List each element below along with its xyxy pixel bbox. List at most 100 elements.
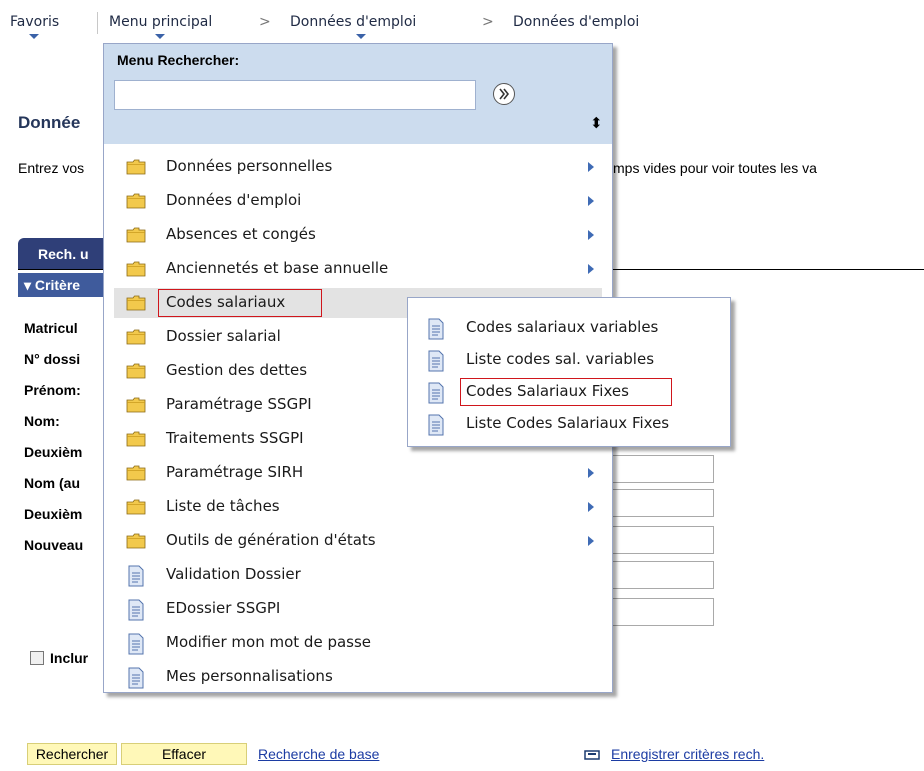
include-checkbox-label: Inclur [50, 650, 89, 666]
menu-item[interactable]: Absences et congés [114, 220, 602, 250]
main-menu-dropdown-icon[interactable] [155, 34, 165, 39]
menu-item[interactable]: Modifier mon mot de passe [114, 628, 602, 658]
menu-item[interactable]: Validation Dossier [114, 560, 602, 590]
field-label: Nouveau [24, 537, 84, 553]
submenu-item-label: Liste Codes Salariaux Fixes [466, 414, 670, 432]
collapse-triangle-icon: ▾ [24, 277, 35, 293]
folder-icon [126, 361, 146, 381]
breadcrumb-dropdown-icon[interactable] [356, 34, 366, 39]
submenu-item-label: Liste codes sal. variables [466, 350, 655, 368]
submenu-arrow-icon [588, 468, 594, 478]
page-icon [126, 667, 146, 689]
criteria-section-label: Critère [34, 277, 81, 293]
page-icon [126, 565, 146, 587]
page-icon [426, 382, 446, 404]
field-input[interactable] [610, 598, 714, 626]
submenu-item[interactable]: Codes Salariaux Fixes [408, 376, 730, 408]
submenu-item[interactable]: Liste codes sal. variables [408, 344, 730, 376]
folder-icon [126, 429, 146, 449]
field-label: N° dossi [24, 351, 81, 367]
main-menu[interactable]: Menu principal [109, 14, 212, 30]
menu-item-label: Outils de génération d'états [166, 531, 376, 549]
menu-search-label: Menu Rechercher: [117, 52, 240, 68]
field-input[interactable] [610, 489, 714, 517]
save-criteria-icon[interactable] [584, 750, 600, 760]
menu-item-label: Modifier mon mot de passe [166, 633, 372, 651]
field-label: Nom: [24, 413, 60, 429]
folder-icon [126, 327, 146, 347]
menu-item[interactable]: Outils de génération d'états [114, 526, 602, 556]
menu-item-label: Paramétrage SSGPI [166, 395, 312, 413]
field-label: Deuxièm [24, 444, 83, 460]
save-criteria-link[interactable]: Enregistrer critères rech. [611, 746, 764, 762]
highlight-box [460, 378, 672, 406]
menu-item-label: Données d'emploi [166, 191, 302, 209]
menu-item[interactable]: Données d'emploi [114, 186, 602, 216]
folder-icon [126, 531, 146, 551]
submenu-arrow-icon [588, 196, 594, 206]
page-icon [126, 599, 146, 621]
include-checkbox[interactable] [30, 651, 44, 665]
menu-item-label: EDossier SSGPI [166, 599, 281, 617]
menu-item-label: Absences et congés [166, 225, 316, 243]
submenu-arrow-icon [588, 162, 594, 172]
field-input[interactable] [610, 455, 714, 483]
search-go-icon[interactable] [492, 82, 516, 106]
folder-icon [126, 293, 146, 313]
menu-item[interactable]: Données personnelles [114, 152, 602, 182]
submenu-item[interactable]: Codes salariaux variables [408, 312, 730, 344]
top-navigation-bar: Favoris Menu principal > Données d'emplo… [0, 0, 924, 44]
search-button[interactable]: Rechercher [27, 743, 117, 765]
submenu-item[interactable]: Liste Codes Salariaux Fixes [408, 408, 730, 440]
menu-item[interactable]: Mes personnalisations [114, 662, 602, 692]
breadcrumb-current: Données d'emploi [513, 14, 640, 30]
page-title: Donnée [18, 113, 81, 132]
field-label: Prénom: [24, 382, 81, 398]
folder-icon [126, 191, 146, 211]
folder-icon [126, 463, 146, 483]
menu-item-label: Traitements SSGPI [166, 429, 304, 447]
menu-item[interactable]: Paramétrage SIRH [114, 458, 602, 488]
favorites-dropdown-icon[interactable] [29, 34, 39, 39]
folder-icon [126, 497, 146, 517]
breadcrumb-employment-data[interactable]: Données d'emploi [290, 14, 416, 30]
page-icon [426, 350, 446, 372]
menu-item-label: Dossier salarial [166, 327, 281, 345]
field-label: Deuxièm [24, 506, 83, 522]
menu-item-label: Liste de tâches [166, 497, 280, 515]
favorites-menu[interactable]: Favoris [10, 14, 59, 30]
menu-item[interactable]: Liste de tâches [114, 492, 602, 522]
menu-search-panel: Menu Rechercher: ⬍ [104, 44, 612, 144]
nav-divider [97, 12, 98, 34]
field-label: Nom (au [24, 475, 80, 491]
clear-button[interactable]: Effacer [121, 743, 247, 765]
menu-item-label: Gestion des dettes [166, 361, 308, 379]
menu-search-input[interactable] [114, 80, 476, 110]
menu-item-label: Mes personnalisations [166, 667, 333, 685]
breadcrumb-separator: > [482, 14, 494, 30]
submenu-arrow-icon [588, 264, 594, 274]
menu-item[interactable]: EDossier SSGPI [114, 594, 602, 624]
instructions-text: Entrez vos [18, 160, 85, 176]
field-input[interactable] [610, 526, 714, 554]
folder-icon [126, 395, 146, 415]
breadcrumb-separator: > [259, 14, 271, 30]
menu-item-label: Anciennetés et base annuelle [166, 259, 389, 277]
page-icon [426, 414, 446, 436]
field-input[interactable] [610, 561, 714, 589]
menu-item-label: Paramétrage SIRH [166, 463, 304, 481]
instructions-text-continued: mps vides pour voir toutes les va [613, 160, 817, 176]
codes-salariaux-submenu: Codes salariaux variables Liste codes sal… [407, 297, 731, 447]
submenu-arrow-icon [588, 502, 594, 512]
menu-item-label: Données personnelles [166, 157, 333, 175]
sort-arrows-icon[interactable]: ⬍ [590, 114, 603, 132]
page-icon [426, 318, 446, 340]
field-label: Matricul [24, 320, 78, 336]
page-icon [126, 633, 146, 655]
basic-search-link[interactable]: Recherche de base [258, 746, 379, 762]
menu-item[interactable]: Anciennetés et base annuelle [114, 254, 602, 284]
highlight-box [158, 289, 322, 317]
folder-icon [126, 157, 146, 177]
submenu-arrow-icon [588, 536, 594, 546]
submenu-item-label: Codes salariaux variables [466, 318, 659, 336]
